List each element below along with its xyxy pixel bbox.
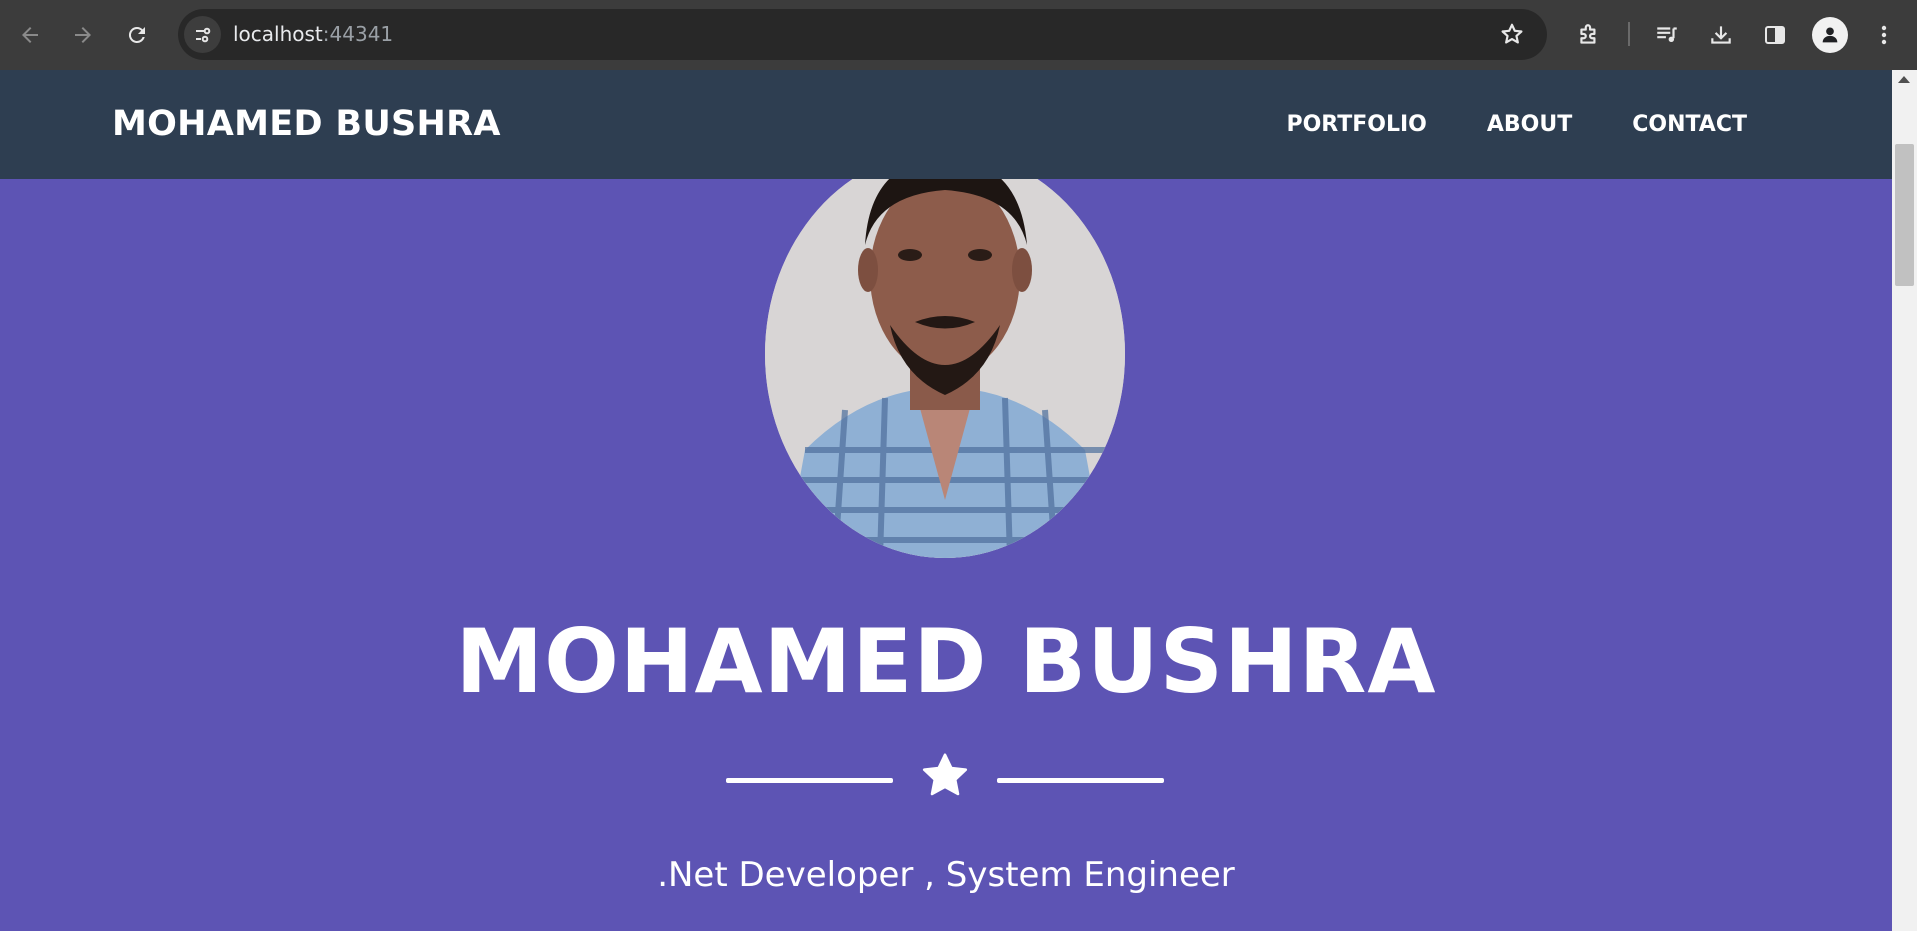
url-port: :44341 xyxy=(322,22,394,46)
profile-photo xyxy=(765,150,1125,558)
toolbar-separator xyxy=(1628,22,1630,46)
nav-link-contact[interactable]: CONTACT xyxy=(1632,112,1747,137)
star-divider xyxy=(726,750,1164,810)
more-menu-icon[interactable] xyxy=(1866,17,1902,53)
side-panel-icon[interactable] xyxy=(1757,17,1793,53)
address-bar[interactable]: localhost:44341 xyxy=(178,9,1547,60)
page-content: MOHAMED BUSHRA PORTFOLIO ABOUT CONTACT M… xyxy=(0,70,1892,931)
divider-line-left xyxy=(726,778,893,783)
nav-menu: PORTFOLIO ABOUT CONTACT xyxy=(1286,70,1747,179)
extensions-icon[interactable] xyxy=(1571,17,1607,53)
forward-arrow-icon[interactable] xyxy=(63,15,103,55)
hero-name: MOHAMED BUSHRA xyxy=(455,610,1437,713)
hero-subtitle: .Net Developer , System Engineer xyxy=(657,855,1235,895)
browser-toolbar: localhost:44341 xyxy=(0,0,1917,70)
brand-logo-link[interactable]: MOHAMED BUSHRA xyxy=(112,70,501,179)
site-info-icon[interactable] xyxy=(184,16,221,53)
url-text: localhost:44341 xyxy=(233,9,393,60)
divider-line-right xyxy=(997,778,1164,783)
url-host: localhost xyxy=(233,22,323,46)
media-queue-icon[interactable] xyxy=(1649,17,1685,53)
download-icon[interactable] xyxy=(1703,17,1739,53)
page-scrollbar[interactable] xyxy=(1892,70,1917,931)
nav-link-about[interactable]: ABOUT xyxy=(1487,112,1572,137)
site-navbar: MOHAMED BUSHRA PORTFOLIO ABOUT CONTACT xyxy=(0,70,1892,179)
reload-icon[interactable] xyxy=(117,15,157,55)
scroll-thumb[interactable] xyxy=(1895,144,1914,286)
back-arrow-icon[interactable] xyxy=(10,15,50,55)
nav-link-portfolio[interactable]: PORTFOLIO xyxy=(1286,112,1426,137)
scroll-up-arrow-icon[interactable] xyxy=(1898,76,1910,83)
star-icon xyxy=(919,750,971,807)
profile-icon[interactable] xyxy=(1812,17,1848,53)
star-bookmark-icon[interactable] xyxy=(1499,21,1525,52)
